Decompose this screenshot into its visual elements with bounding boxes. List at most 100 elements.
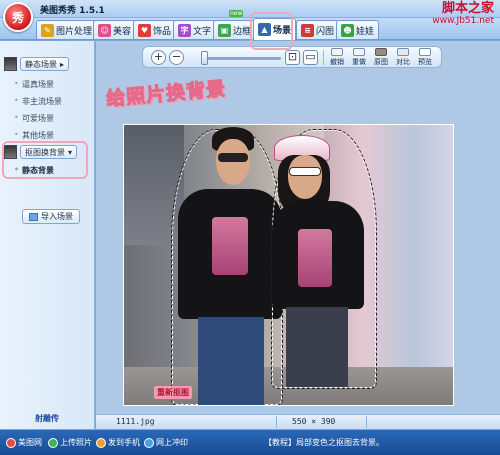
title-bar: 秀 美图秀秀 1.5.1 脚本之家 www.Jb51.net xyxy=(0,0,500,32)
left-panel: 静态场景 ▸ 逼真场景 非主流场景 可爱场景 其他场景 抠图换背景 ▾ 静态背景… xyxy=(0,41,95,429)
redo-icon xyxy=(353,48,365,56)
compare-label: 对比 xyxy=(396,58,410,66)
file-name: 1111.jpg xyxy=(116,417,155,426)
pants xyxy=(198,317,264,405)
doll-icon: ☻ xyxy=(341,23,354,37)
status-divider xyxy=(366,416,367,428)
original-button[interactable]: 原图 xyxy=(371,48,391,67)
zoom-slider-track[interactable] xyxy=(201,57,281,60)
tab-label: 文字 xyxy=(193,26,212,37)
tab-frame[interactable]: ▣ 边框 xyxy=(213,20,257,39)
person-right xyxy=(266,125,377,405)
scene-icon: ▲ xyxy=(258,23,271,36)
app-logo-text: 秀 xyxy=(11,10,24,25)
undo-button[interactable]: 撤销 xyxy=(327,48,347,67)
pants xyxy=(286,307,348,387)
tab-doll[interactable]: ☻ 娃娃 xyxy=(336,20,380,39)
face-icon: ☺ xyxy=(98,23,111,37)
tab-label: 图片处理 xyxy=(56,26,93,37)
sunglasses-icon xyxy=(289,167,321,176)
tab-label: 闪图 xyxy=(316,26,335,37)
shirt-print xyxy=(212,217,248,275)
static-scene-button[interactable]: 静态场景 ▸ xyxy=(20,57,70,71)
zoom-in-button[interactable]: + xyxy=(151,50,166,65)
bottom-bar: 美图网 上传照片 发到手机 网上冲印 【教程】局部变色之抠图去背景。 xyxy=(0,430,500,455)
upload-photo-link[interactable]: 上传照片 xyxy=(48,437,92,448)
flash-icon: ≡ xyxy=(301,23,314,37)
preview-icon xyxy=(419,48,431,56)
send-to-phone-link[interactable]: 发到手机 xyxy=(96,437,140,448)
watermark-line2: www.Jb51.net xyxy=(432,16,494,26)
frame-icon: ▣ xyxy=(218,23,231,37)
bottom-link[interactable]: 射雕传 xyxy=(35,413,59,424)
import-scene-button[interactable]: 导入场景 xyxy=(22,209,80,224)
chevron-right-icon: ▸ xyxy=(60,59,65,69)
workspace: + − ⊡ ▭ 撤销 重做 原图 对比 预览 给照片换背景 重新抠图 xyxy=(96,41,500,414)
undo-label: 撤销 xyxy=(330,58,344,66)
button-label: 导入场景 xyxy=(41,212,73,221)
text-icon: 字 xyxy=(178,23,191,37)
tab-accessories[interactable]: ♥ 饰品 xyxy=(133,20,177,39)
edit-toolbar: + − ⊡ ▭ 撤销 重做 原图 对比 预览 xyxy=(142,46,442,68)
globe-icon xyxy=(6,437,16,448)
cutout-highlight-marker xyxy=(2,141,88,179)
redo-label: 重做 xyxy=(352,58,366,66)
photo-canvas[interactable]: 重新抠图 xyxy=(123,124,454,406)
tab-label: 娃娃 xyxy=(356,26,375,37)
fit-screen-icon[interactable]: ⊡ xyxy=(285,50,300,65)
status-bar: 1111.jpg 550 × 390 xyxy=(96,414,500,429)
list-item-other[interactable]: 其他场景 xyxy=(14,130,54,141)
import-icon xyxy=(29,212,38,221)
zoom-slider-handle[interactable] xyxy=(201,51,208,65)
tutorial-tip[interactable]: 【教程】局部变色之抠图去背景。 xyxy=(264,437,384,448)
compare-icon xyxy=(397,48,409,56)
image-dimensions: 550 × 390 xyxy=(292,417,336,426)
button-label: 静态场景 xyxy=(25,59,57,69)
print-icon xyxy=(144,437,154,448)
link-label: 美图网 xyxy=(18,438,42,447)
status-divider xyxy=(276,416,277,428)
watermark: 脚本之家 www.Jb51.net xyxy=(432,1,494,27)
head xyxy=(216,139,250,185)
app-logo-icon[interactable]: 秀 xyxy=(3,2,33,32)
tutorial-annotation: 给照片换背景 xyxy=(105,77,227,111)
tab-beauty[interactable]: ☺ 美容 xyxy=(93,20,137,39)
head xyxy=(288,155,322,199)
tab-label: 场景 xyxy=(273,26,292,36)
picture-edit-icon: ✎ xyxy=(41,23,54,37)
shirt-print xyxy=(298,229,332,287)
redo-cutout-button[interactable]: 重新抠图 xyxy=(154,386,192,399)
meitu-site-link[interactable]: 美图网 xyxy=(6,437,42,448)
main-tab-bar: ✎ 图片处理 ☺ 美容 ♥ 饰品 字 文字 ▣ 边框 ▲ 场景 ≡ 闪图 ☻ 娃… xyxy=(0,18,500,40)
preview-label: 预览 xyxy=(418,58,432,66)
tab-scene[interactable]: ▲ 场景 xyxy=(253,18,297,40)
app-title: 美图秀秀 1.5.1 xyxy=(40,6,105,16)
toolbar-separator xyxy=(323,50,324,65)
list-item-non-mainstream[interactable]: 非主流场景 xyxy=(14,96,62,107)
link-label: 发到手机 xyxy=(108,438,140,447)
redo-button[interactable]: 重做 xyxy=(349,48,369,67)
list-item-realistic[interactable]: 逼真场景 xyxy=(14,79,54,90)
new-badge: new xyxy=(229,10,244,17)
heart-icon: ♥ xyxy=(138,23,151,37)
tab-label: 美容 xyxy=(113,26,132,37)
tab-image-processing[interactable]: ✎ 图片处理 xyxy=(36,20,98,39)
actual-size-icon[interactable]: ▭ xyxy=(303,50,318,65)
tab-text[interactable]: 字 文字 xyxy=(173,20,217,39)
compare-button[interactable]: 对比 xyxy=(393,48,413,67)
static-scene-header: 静态场景 ▸ xyxy=(4,56,70,72)
link-label: 网上冲印 xyxy=(156,438,188,447)
link-label: 上传照片 xyxy=(60,438,92,447)
preview-button[interactable]: 预览 xyxy=(415,48,435,67)
upload-icon xyxy=(48,437,58,448)
zoom-out-button[interactable]: − xyxy=(169,50,184,65)
undo-icon xyxy=(331,48,343,56)
watermark-line1: 脚本之家 xyxy=(441,1,494,16)
tab-label: 边框 xyxy=(233,26,252,37)
original-label: 原图 xyxy=(374,58,388,66)
online-print-link[interactable]: 网上冲印 xyxy=(144,437,188,448)
list-item-cute[interactable]: 可爱场景 xyxy=(14,113,54,124)
scene-thumbnail-icon xyxy=(4,57,17,71)
sunglasses-icon xyxy=(218,153,248,162)
tab-flash[interactable]: ≡ 闪图 xyxy=(296,20,340,39)
